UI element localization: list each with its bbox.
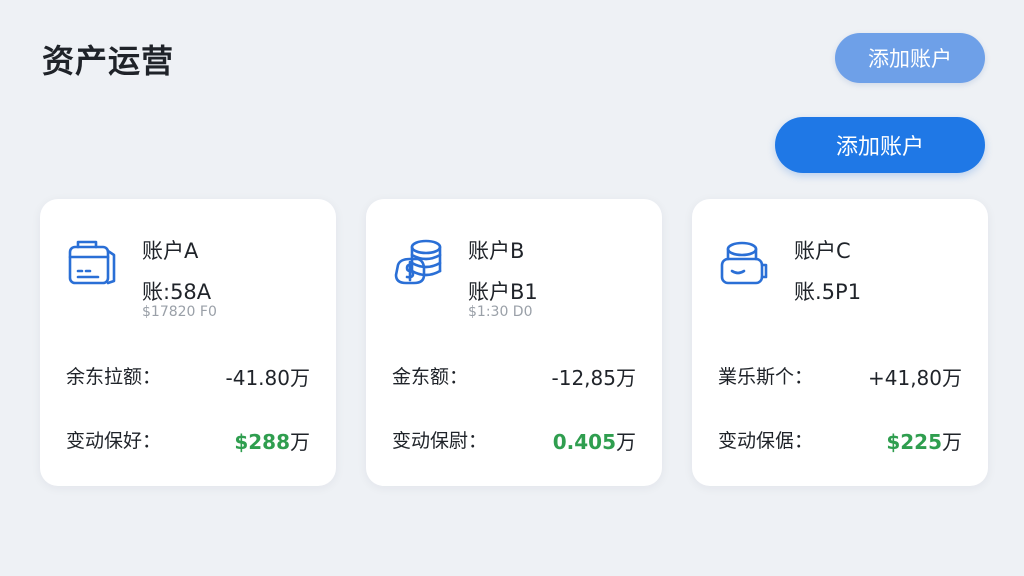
change-unit: 万: [616, 430, 636, 454]
change-value: 0.405万: [553, 426, 636, 455]
balance-value: +41,80万: [867, 366, 962, 390]
change-amount: 0.405: [552, 430, 616, 454]
balance-value: -41.80万: [225, 366, 310, 390]
page-title: 资产运营: [42, 42, 175, 80]
balance-label: 余东拉额：: [66, 366, 162, 388]
coins-dollar-icon: [390, 235, 446, 291]
account-balance-faint: $17820 F0: [142, 304, 217, 320]
folder-card-icon: [64, 235, 120, 291]
account-card-c[interactable]: 账户C 账.5P1 業乐斯个： +41,80万 变动保倨： $225万: [692, 199, 988, 486]
change-label: 变动保好：: [66, 430, 162, 452]
balance-value: -12,85万: [551, 366, 636, 390]
change-label: 变动保倨：: [718, 430, 814, 452]
change-unit: 万: [942, 430, 962, 454]
change-unit: 万: [290, 430, 310, 454]
add-account-button[interactable]: 添加账户: [775, 117, 985, 173]
change-value: $225万: [886, 426, 962, 455]
balance-label: 金东额：: [392, 366, 469, 388]
account-number: 账.5P1: [794, 280, 862, 304]
balance-label: 業乐斯个：: [718, 366, 814, 388]
account-number: 账:58A: [142, 280, 212, 304]
change-amount: $288: [234, 430, 290, 454]
add-account-button-secondary[interactable]: 添加账户: [835, 33, 985, 83]
account-balance-faint: $1:30 D0: [468, 304, 533, 320]
account-card-b[interactable]: 账户B 账户B1 $1:30 D0 金东额： -12,85万 变动保尉： 0.4…: [366, 199, 662, 486]
account-name: 账户C: [794, 239, 851, 263]
account-name: 账户A: [142, 239, 199, 263]
change-amount: $225: [886, 430, 942, 454]
change-value: $288万: [234, 426, 310, 455]
account-name: 账户B: [468, 239, 525, 263]
account-cards: 账户A 账:58A $17820 F0 余东拉额： -41.80万 变动保好： …: [40, 199, 988, 486]
change-label: 变动保尉：: [392, 430, 488, 452]
account-card-a[interactable]: 账户A 账:58A $17820 F0 余东拉额： -41.80万 变动保好： …: [40, 199, 336, 486]
wallet-cylinder-icon: [716, 235, 772, 291]
account-number: 账户B1: [468, 280, 538, 304]
